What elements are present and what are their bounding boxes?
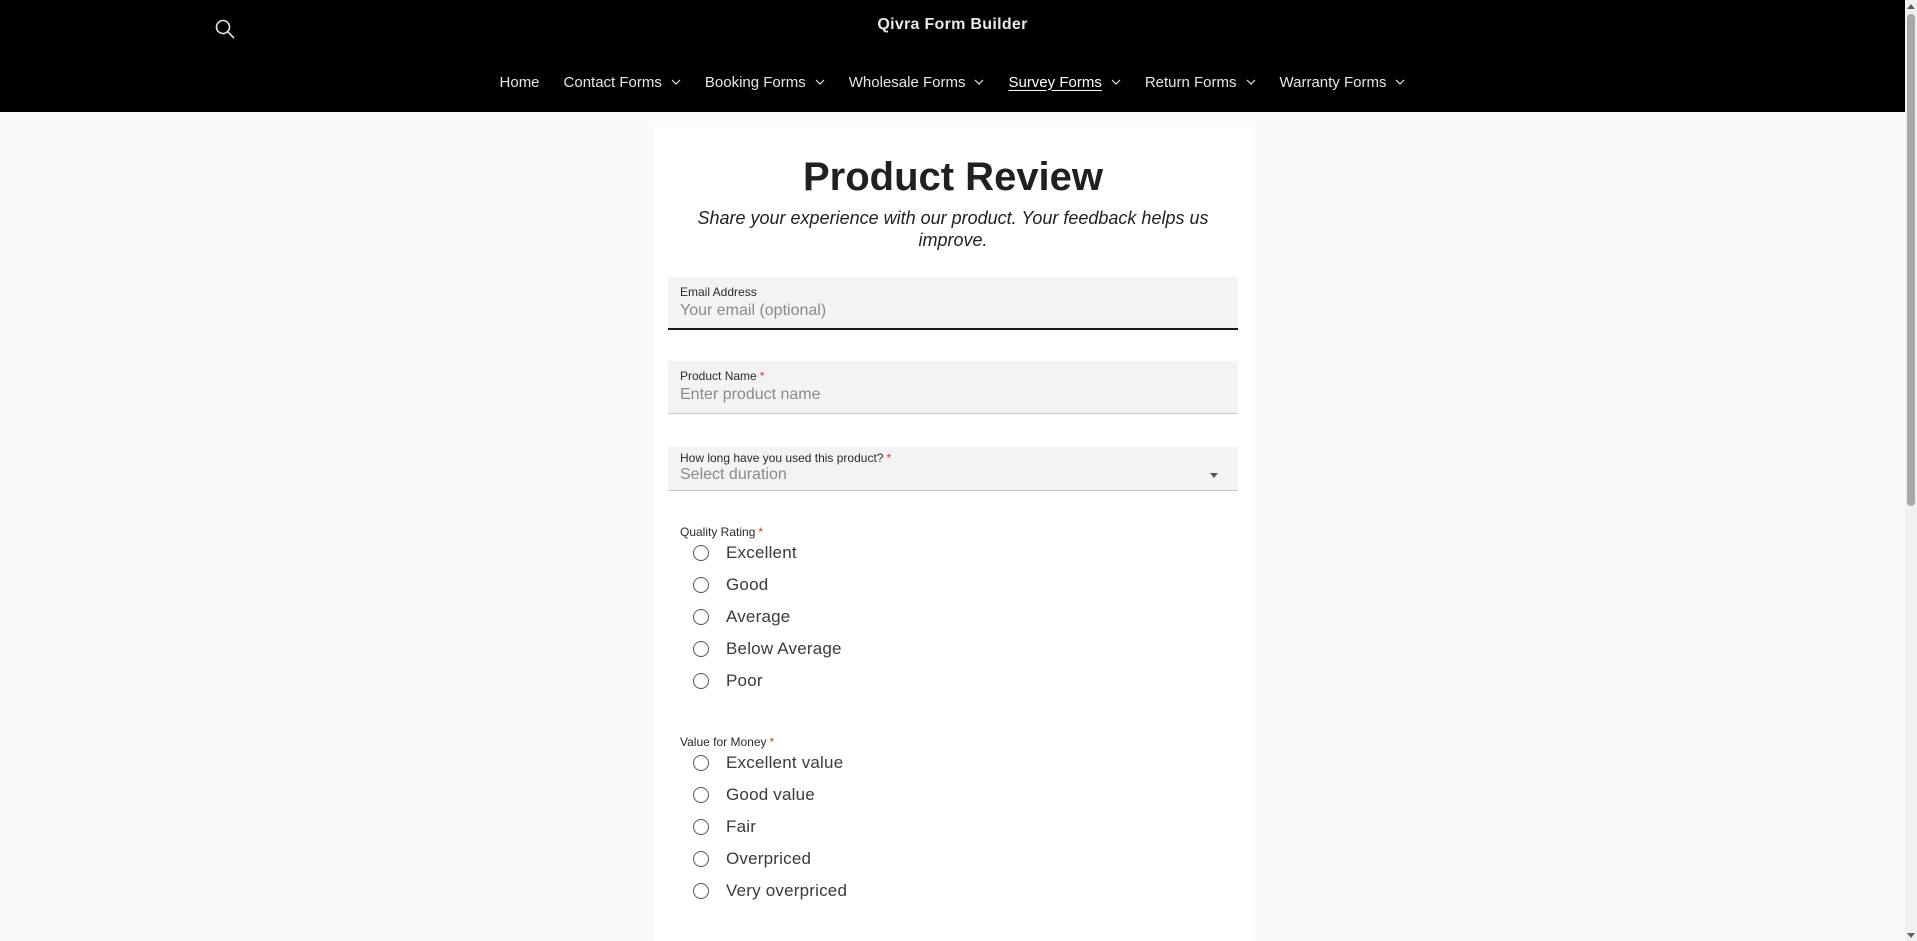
radio-quality-good[interactable]: Good [693,573,768,597]
radio-label: Excellent value [726,753,844,772]
scroll-down-arrow-icon[interactable] [1906,929,1916,941]
radio-circle[interactable] [693,851,709,867]
site-header: Qivra Form Builder Home Contact Forms Bo… [0,0,1905,112]
product-name-label-text: Product Name [680,369,757,383]
radio-label: Poor [726,671,763,690]
scrollbar-thumb[interactable] [1907,14,1915,506]
page-scrollbar[interactable] [1905,0,1917,941]
radio-label: Below Average [726,639,842,658]
radio-label: Average [726,607,791,626]
nav-item-survey-forms[interactable]: Survey Forms [996,72,1132,92]
radio-quality-excellent[interactable]: Excellent [693,541,797,565]
nav-label: Home [499,73,540,91]
nav-item-home[interactable]: Home [488,72,552,92]
nav-label: Contact Forms [563,73,662,91]
site-brand[interactable]: Qivra Form Builder [0,16,1905,34]
radio-label: Good value [726,785,815,804]
nav-label: Return Forms [1144,73,1237,91]
chevron-down-icon [1395,79,1405,85]
scroll-up-arrow-icon[interactable] [1906,0,1916,12]
radio-value-excellent[interactable]: Excellent value [693,751,843,775]
value-for-money-label: Value for Money * [680,735,774,749]
form-title: Product Review [802,155,1104,199]
required-mark: * [886,451,892,465]
form-card: Product Review Share your experience wit… [653,127,1253,941]
radio-circle[interactable] [693,577,709,593]
chevron-down-icon [815,79,825,85]
radio-quality-poor[interactable]: Poor [693,669,763,693]
nav-label: Wholesale Forms [848,73,966,91]
radio-circle[interactable] [693,609,709,625]
required-mark: * [758,525,764,539]
nav-item-warranty-forms[interactable]: Warranty Forms [1268,72,1418,92]
value-label-text: Value for Money [680,735,767,749]
caret-down-icon [1210,473,1218,478]
email-label: Email Address [680,285,757,299]
radio-circle[interactable] [693,787,709,803]
email-field[interactable]: Email Address [668,277,1238,330]
nav-label: Booking Forms [704,73,806,91]
duration-selected-value: Select duration [680,466,787,483]
radio-quality-below-average[interactable]: Below Average [693,637,842,661]
radio-value-good[interactable]: Good value [693,783,815,807]
required-mark: * [769,735,775,749]
nav-label: Survey Forms [1008,73,1102,91]
radio-label: Very overpriced [726,881,848,900]
radio-circle[interactable] [693,641,709,657]
radio-circle[interactable] [693,545,709,561]
nav-label: Warranty Forms [1279,73,1387,91]
quality-label-text: Quality Rating [680,525,756,539]
radio-label: Good [726,575,769,594]
duration-label: How long have you used this product? * [680,451,891,465]
nav-item-wholesale-forms[interactable]: Wholesale Forms [837,72,997,92]
duration-label-text: How long have you used this product? [680,451,884,465]
email-label-text: Email Address [680,285,757,299]
radio-circle[interactable] [693,819,709,835]
product-name-input[interactable] [680,384,1220,406]
nav-item-return-forms[interactable]: Return Forms [1133,72,1268,92]
product-name-label: Product Name * [680,369,764,383]
nav-item-contact-forms[interactable]: Contact Forms [552,72,693,92]
duration-select[interactable]: How long have you used this product? * Se… [668,447,1238,491]
nav-item-booking-forms[interactable]: Booking Forms [693,72,837,92]
radio-value-very-overpriced[interactable]: Very overpriced [693,879,847,903]
radio-quality-average[interactable]: Average [693,605,790,629]
radio-circle[interactable] [693,755,709,771]
chevron-down-icon [671,79,681,85]
product-name-field[interactable]: Product Name * [668,361,1238,414]
required-mark: * [759,369,765,383]
radio-label: Overpriced [726,849,812,868]
email-input[interactable] [680,300,1220,322]
radio-label: Excellent [726,543,797,562]
chevron-down-icon [974,79,984,85]
radio-circle[interactable] [693,883,709,899]
radio-circle[interactable] [693,673,709,689]
quality-rating-label: Quality Rating * [680,525,763,539]
radio-label: Fair [726,817,757,836]
form-subtitle: Share your experience with our product. … [697,208,1209,250]
radio-value-overpriced[interactable]: Overpriced [693,847,811,871]
main-nav: Home Contact Forms Booking Forms Wholesa… [0,72,1905,92]
chevron-down-icon [1111,79,1121,85]
radio-value-fair[interactable]: Fair [693,815,756,839]
chevron-down-icon [1246,79,1256,85]
